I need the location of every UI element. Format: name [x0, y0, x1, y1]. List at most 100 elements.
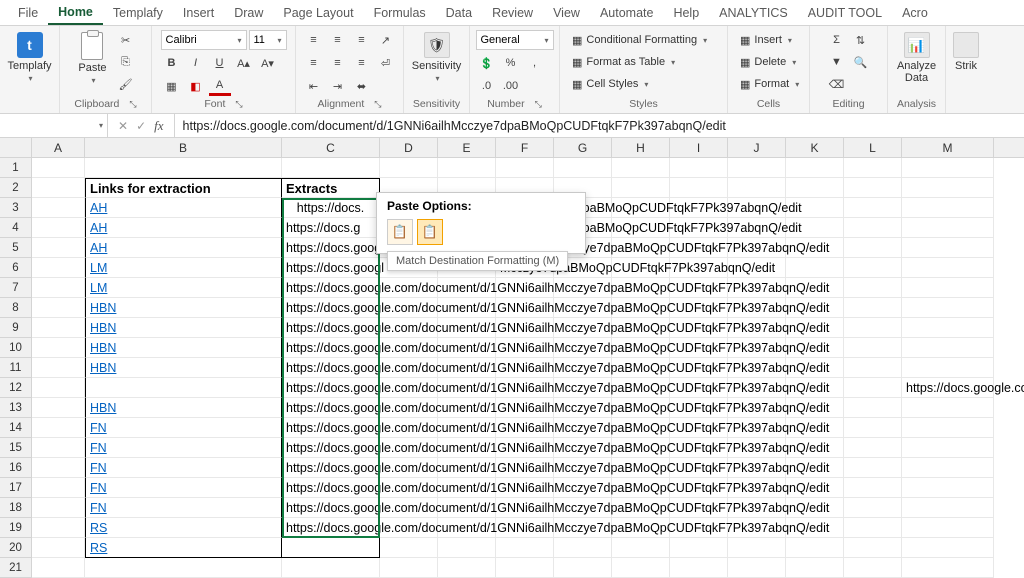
cell-A15[interactable]	[32, 438, 85, 458]
percent-button[interactable]: %	[500, 53, 522, 73]
cell-M16[interactable]	[902, 458, 994, 478]
cell-E1[interactable]	[438, 158, 496, 178]
cell-A8[interactable]	[32, 298, 85, 318]
row-header-5[interactable]: 5	[0, 238, 32, 258]
row-header-10[interactable]: 10	[0, 338, 32, 358]
cell-M6[interactable]	[902, 258, 994, 278]
cell-B9[interactable]: HBN	[85, 318, 282, 338]
cell-A4[interactable]	[32, 218, 85, 238]
row-header-7[interactable]: 7	[0, 278, 32, 298]
cell-L21[interactable]	[844, 558, 902, 578]
cell-A12[interactable]	[32, 378, 85, 398]
ribbon-tab-data[interactable]: Data	[436, 2, 482, 24]
cell-M7[interactable]	[902, 278, 994, 298]
ribbon-tab-insert[interactable]: Insert	[173, 2, 224, 24]
cell-styles-button[interactable]: ▦ Cell Styles▾	[566, 74, 654, 94]
cell-M3[interactable]	[902, 198, 994, 218]
cell-B3[interactable]: AH	[85, 198, 282, 218]
cell-A20[interactable]	[32, 538, 85, 558]
increase-font-button[interactable]: A▴	[233, 53, 255, 73]
cell-H21[interactable]	[612, 558, 670, 578]
cell-J1[interactable]	[728, 158, 786, 178]
cell-L20[interactable]	[844, 538, 902, 558]
cell-K6[interactable]	[786, 258, 844, 278]
cell-B7[interactable]: LM	[85, 278, 282, 298]
col-header-F[interactable]: F	[496, 138, 554, 157]
cell-C20[interactable]	[282, 538, 380, 558]
clipboard-launcher[interactable]: ⤡	[129, 99, 136, 110]
number-launcher[interactable]: ⤡	[535, 99, 542, 110]
cell-H1[interactable]	[612, 158, 670, 178]
font-launcher[interactable]: ⤡	[235, 99, 242, 110]
cell-M21[interactable]	[902, 558, 994, 578]
cell-J2[interactable]	[728, 178, 786, 198]
cell-J20[interactable]	[728, 538, 786, 558]
link-FN[interactable]: FN	[90, 421, 107, 435]
row-header-4[interactable]: 4	[0, 218, 32, 238]
cell-M12[interactable]: https://docs.google.co	[902, 378, 994, 398]
cell-L14[interactable]	[844, 418, 902, 438]
link-LM[interactable]: LM	[90, 261, 107, 275]
cell-C16[interactable]: https://docs.google.com/document/d/1GNNi…	[282, 458, 380, 478]
row-header-19[interactable]: 19	[0, 518, 32, 538]
cell-C18[interactable]: https://docs.google.com/document/d/1GNNi…	[282, 498, 380, 518]
cell-M18[interactable]	[902, 498, 994, 518]
cell-C9[interactable]: https://docs.google.com/document/d/1GNNi…	[282, 318, 380, 338]
row-header-2[interactable]: 2	[0, 178, 32, 198]
cell-B12[interactable]	[85, 378, 282, 398]
cell-A19[interactable]	[32, 518, 85, 538]
ribbon-tab-formulas[interactable]: Formulas	[364, 2, 436, 24]
cell-B16[interactable]: FN	[85, 458, 282, 478]
cell-B5[interactable]: AH	[85, 238, 282, 258]
ribbon-tab-home[interactable]: Home	[48, 1, 103, 25]
cell-M2[interactable]	[902, 178, 994, 198]
link-RS[interactable]: RS	[90, 521, 107, 535]
row-header-21[interactable]: 21	[0, 558, 32, 578]
row-header-8[interactable]: 8	[0, 298, 32, 318]
link-AH[interactable]: AH	[90, 201, 107, 215]
link-HBN[interactable]: HBN	[90, 301, 116, 315]
cell-A1[interactable]	[32, 158, 85, 178]
inc-dec-button[interactable]: .0	[476, 76, 498, 96]
spreadsheet-grid[interactable]: ABCDEFGHIJKLM 12Links for extractionExtr…	[0, 138, 1024, 578]
align-center[interactable]: ≡	[327, 53, 349, 73]
cell-G20[interactable]	[554, 538, 612, 558]
col-header-B[interactable]: B	[85, 138, 282, 157]
row-header-15[interactable]: 15	[0, 438, 32, 458]
cell-B10[interactable]: HBN	[85, 338, 282, 358]
clear-button[interactable]: ⌫	[826, 74, 848, 94]
font-name-select[interactable]: Calibri▾	[161, 30, 247, 50]
cell-B1[interactable]	[85, 158, 282, 178]
sensitivity-button[interactable]: 🛡 Sensitivity▾	[408, 30, 466, 85]
cell-C19[interactable]: https://docs.google.com/document/d/1GNNi…	[282, 518, 380, 538]
ribbon-tab-review[interactable]: Review	[482, 2, 543, 24]
align-right[interactable]: ≡	[351, 53, 373, 73]
wrap-text[interactable]: ⏎	[375, 53, 397, 73]
strik-button[interactable]: Strik	[949, 30, 983, 74]
row-header-20[interactable]: 20	[0, 538, 32, 558]
copy-button[interactable]: ⎘	[115, 52, 137, 72]
link-HBN[interactable]: HBN	[90, 321, 116, 335]
cell-M14[interactable]	[902, 418, 994, 438]
cell-L15[interactable]	[844, 438, 902, 458]
fx-icon[interactable]: fx	[154, 118, 163, 134]
format-button[interactable]: ▦ Format▾	[734, 74, 805, 94]
autosum-button[interactable]: Σ	[826, 30, 848, 50]
dec-dec-button[interactable]: .00	[500, 76, 522, 96]
cell-C5[interactable]: https://docs.google.com/document/d/1GNNi…	[282, 238, 380, 258]
cell-I20[interactable]	[670, 538, 728, 558]
cell-B19[interactable]: RS	[85, 518, 282, 538]
cancel-icon[interactable]: ✕	[118, 119, 128, 133]
link-AH[interactable]: AH	[90, 221, 107, 235]
col-header-K[interactable]: K	[786, 138, 844, 157]
cell-E21[interactable]	[438, 558, 496, 578]
col-header-I[interactable]: I	[670, 138, 728, 157]
ribbon-tab-file[interactable]: File	[8, 2, 48, 24]
orientation[interactable]: ↗	[375, 30, 397, 50]
col-header-E[interactable]: E	[438, 138, 496, 157]
comma-button[interactable]: ,	[524, 53, 546, 73]
cell-A21[interactable]	[32, 558, 85, 578]
ribbon-tab-analytics[interactable]: ANALYTICS	[709, 2, 798, 24]
paste-keep-source-icon[interactable]: 📋	[387, 219, 413, 245]
row-header-9[interactable]: 9	[0, 318, 32, 338]
